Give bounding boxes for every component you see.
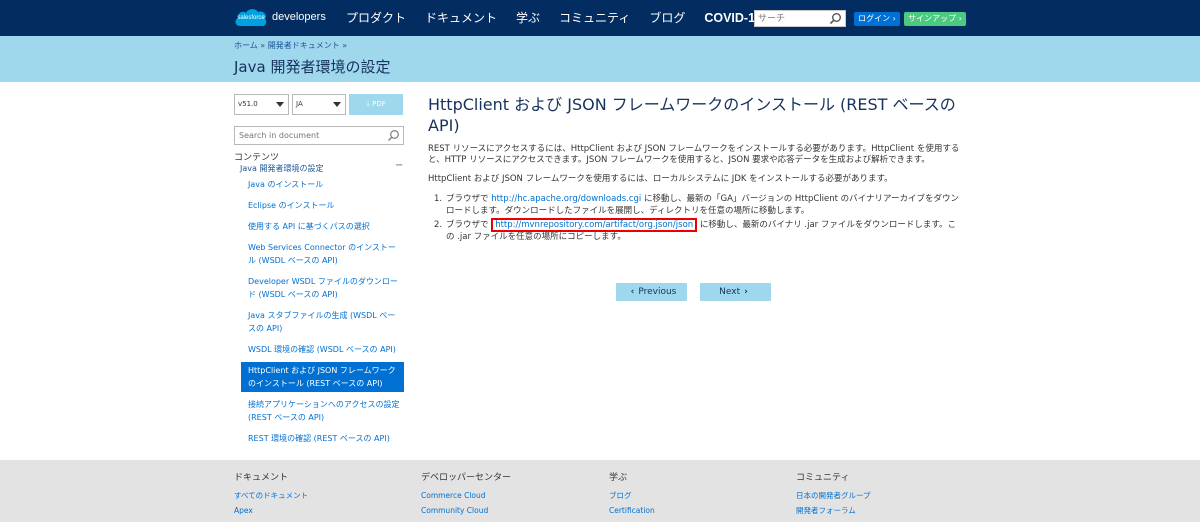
toc-item[interactable]: Developer WSDL ファイルのダウンロード (WSDL ベースの AP… bbox=[241, 273, 404, 303]
footer-link[interactable]: すべてのドキュメント bbox=[234, 488, 308, 503]
collapse-icon[interactable]: − bbox=[395, 160, 403, 171]
toc-heading: コンテンツ bbox=[234, 153, 280, 163]
footer-link[interactable]: Community Cloud bbox=[421, 503, 511, 518]
footer-heading: デベロッパーセンター bbox=[421, 473, 512, 483]
nav-documents[interactable]: ドキュメント bbox=[425, 0, 497, 36]
salesforce-developers-logo[interactable]: salesforce developers bbox=[234, 6, 326, 32]
toc-list: Java のインストール Eclipse のインストール 使用する API に基… bbox=[241, 176, 404, 451]
footer-heading: ドキュメント bbox=[234, 473, 289, 483]
footer-link[interactable]: Commerce Cloud bbox=[421, 488, 511, 503]
steps-list: 1. ブラウザで http://hc.apache.org/downloads.… bbox=[428, 193, 960, 243]
logo-cloud-text: salesforce bbox=[237, 15, 265, 21]
step-text-before: ブラウザで bbox=[446, 220, 492, 230]
pdf-download-button[interactable]: 🡓 PDF bbox=[349, 94, 403, 115]
language-select[interactable]: JA bbox=[292, 94, 346, 115]
mvnrepository-link[interactable]: http://mvnrepository.com/artifact/org.js… bbox=[491, 218, 698, 232]
title-band: ホーム » 開発者ドキュメント » Java 開発者環境の設定 bbox=[0, 36, 1200, 82]
breadcrumb[interactable]: ホーム » 開発者ドキュメント » bbox=[234, 40, 347, 51]
site-search-input[interactable] bbox=[755, 11, 829, 26]
version-select[interactable]: v51.0 bbox=[234, 94, 289, 115]
toc-item[interactable]: 接続アプリケーションへのアクセスの設定 (REST ベースの API) bbox=[241, 396, 404, 426]
intro-paragraph: REST リソースにアクセスするには、HttpClient および JSON フ… bbox=[428, 144, 960, 165]
toc-item-active[interactable]: HttpClient および JSON フレームワークのインストール (REST… bbox=[241, 362, 404, 392]
previous-button[interactable]: ‹ Previous bbox=[616, 283, 687, 301]
top-navigation: salesforce developers プロダクト ドキュメント 学ぶ コミ… bbox=[0, 0, 1200, 36]
footer-column-docs: ドキュメント すべてのドキュメント Apex bbox=[234, 470, 308, 518]
chevron-left-icon: ‹ bbox=[630, 287, 635, 297]
toc-item[interactable]: Java スタブファイルの生成 (WSDL ベースの API) bbox=[241, 307, 404, 337]
next-button[interactable]: Next › bbox=[700, 283, 771, 301]
version-value: v51.0 bbox=[238, 100, 258, 108]
logo-text: developers bbox=[272, 11, 326, 23]
toc-item[interactable]: Java のインストール bbox=[241, 176, 404, 193]
main-content: HttpClient および JSON フレームワークのインストール (REST… bbox=[428, 94, 960, 245]
step-number: 1. bbox=[434, 194, 443, 204]
apache-download-link[interactable]: http://hc.apache.org/downloads.cgi bbox=[491, 194, 641, 204]
step-text: ブラウザで http://mvnrepository.com/artifact/… bbox=[446, 218, 960, 243]
doc-search bbox=[234, 126, 404, 145]
toc-item[interactable]: Web Services Connector のインストール (WSDL ベース… bbox=[241, 239, 404, 269]
toc-item[interactable]: Eclipse のインストール bbox=[241, 197, 404, 214]
toc-root-link[interactable]: Java 開発者環境の設定 bbox=[240, 163, 323, 174]
main-nav: プロダクト ドキュメント 学ぶ コミュニティ ブログ COVID-19 bbox=[346, 0, 781, 36]
footer-heading: 学ぶ bbox=[609, 473, 628, 483]
footer: ドキュメント すべてのドキュメント Apex デベロッパーセンター Commer… bbox=[0, 460, 1200, 522]
chevron-right-icon: › bbox=[744, 287, 748, 297]
signup-button[interactable]: サインアップ › bbox=[904, 12, 966, 26]
footer-column-devcenter: デベロッパーセンター Commerce Cloud Community Clou… bbox=[421, 470, 511, 518]
footer-link[interactable]: Certification bbox=[609, 503, 655, 518]
nav-community[interactable]: コミュニティ bbox=[559, 0, 630, 36]
list-item: 1. ブラウザで http://hc.apache.org/downloads.… bbox=[434, 193, 960, 217]
requirement-paragraph: HttpClient および JSON フレームワークを使用するには、ローカルシ… bbox=[428, 174, 893, 184]
step-text: ブラウザで http://hc.apache.org/downloads.cgi… bbox=[446, 193, 960, 217]
next-label: Next bbox=[719, 287, 741, 297]
footer-link[interactable]: 開発者フォーラム bbox=[796, 503, 871, 518]
search-icon[interactable] bbox=[387, 129, 400, 142]
toc-item[interactable]: 使用する API に基づくパスの選択 bbox=[241, 218, 404, 235]
previous-label: Previous bbox=[638, 287, 677, 297]
login-button[interactable]: ログイン › bbox=[854, 12, 900, 26]
footer-link[interactable]: Apex bbox=[234, 503, 308, 518]
step-number: 2. bbox=[434, 220, 443, 230]
step-text-before: ブラウザで bbox=[446, 194, 492, 204]
chevron-down-icon bbox=[276, 102, 284, 107]
page-title: Java 開発者環境の設定 bbox=[234, 58, 391, 76]
footer-column-community: コミュニティ 日本の開発者グループ 開発者フォーラム bbox=[796, 470, 871, 518]
nav-blog[interactable]: ブログ bbox=[649, 0, 685, 36]
language-value: JA bbox=[296, 100, 303, 108]
footer-heading: コミュニティ bbox=[796, 473, 850, 483]
nav-learn[interactable]: 学ぶ bbox=[516, 0, 540, 36]
footer-column-learn: 学ぶ ブログ Certification bbox=[609, 470, 655, 518]
search-icon[interactable] bbox=[829, 12, 842, 25]
footer-link[interactable]: 日本の開発者グループ bbox=[796, 488, 871, 503]
toc-item[interactable]: REST 環境の確認 (REST ベースの API) bbox=[241, 430, 404, 447]
toc-item[interactable]: WSDL 環境の確認 (WSDL ベースの API) bbox=[241, 341, 404, 358]
footer-link[interactable]: ブログ bbox=[609, 488, 655, 503]
doc-search-input[interactable] bbox=[235, 127, 385, 144]
list-item: 2. ブラウザで http://mvnrepository.com/artifa… bbox=[434, 218, 960, 243]
nav-products[interactable]: プロダクト bbox=[346, 0, 406, 36]
chevron-down-icon bbox=[333, 102, 341, 107]
site-search bbox=[754, 10, 846, 27]
article-heading: HttpClient および JSON フレームワークのインストール (REST… bbox=[428, 95, 956, 135]
